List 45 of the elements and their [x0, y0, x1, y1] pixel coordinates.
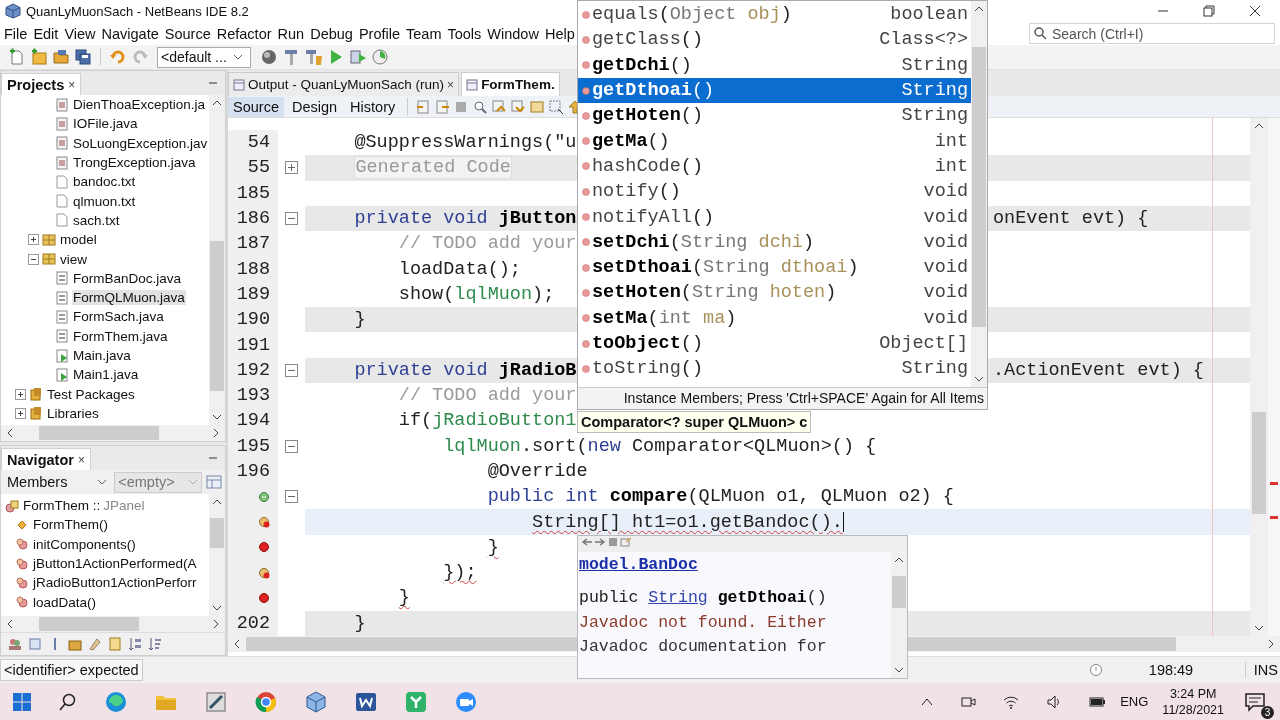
- window-title: QuanLyMuonSach - NetBeans IDE 8.2: [26, 3, 249, 19]
- line-number: 194: [236, 410, 270, 432]
- code-line: });: [443, 562, 477, 584]
- code-line: .ActionEvent evt) {: [993, 359, 1204, 381]
- code-line: @Override: [487, 461, 588, 482]
- code-line: @SuppressWarnings("u: [354, 132, 577, 154]
- type-name: JPanel: [103, 498, 145, 514]
- code-line: // TODO add your: [398, 385, 577, 407]
- line-number: 196: [236, 461, 270, 482]
- code-line: }: [487, 536, 499, 558]
- code-line: show(lqlMuon);: [398, 283, 555, 305]
- line-number: 202: [236, 612, 270, 634]
- doc-text: Javadoc documentation for: [579, 637, 828, 656]
- notification-badge: 3: [1261, 705, 1274, 719]
- code-line: }: [398, 587, 410, 609]
- code-line: if(jRadioButton1: [398, 410, 577, 432]
- insert-mode: INS: [1244, 662, 1280, 678]
- code-line: private void jButton: [354, 208, 577, 230]
- doc-text: Javadoc not found. Either: [579, 613, 828, 632]
- parameter-tooltip: Comparator<? super QLMuon> c: [577, 411, 812, 433]
- line-number: 54: [247, 132, 270, 154]
- code-line: }: [354, 309, 366, 331]
- code-line: String[] ht1=o1.getBandoc().: [532, 511, 843, 533]
- line-number: 187: [236, 233, 270, 255]
- line-number: 192: [236, 359, 270, 381]
- code-line: lqlMuon.sort(new Comparator<QLMuon>() {: [443, 435, 877, 457]
- line-number: 193: [236, 385, 270, 407]
- line-number: 185: [236, 182, 270, 204]
- line-number: 189: [236, 283, 270, 305]
- method-signature: public String getDthoai(): [579, 588, 828, 607]
- line-number: 195: [236, 435, 270, 457]
- line-number: 186: [236, 208, 270, 230]
- cursor-position: 198:49: [1148, 662, 1195, 678]
- code-line: }: [354, 612, 366, 634]
- line-number: 190: [236, 309, 270, 331]
- line-number: 188: [236, 258, 270, 280]
- code-line: public int compare(QLMuon o1, QLMuon o2) {: [487, 486, 954, 508]
- code-line: loadData();: [398, 258, 521, 280]
- status-message: <identifier> expected: [0, 659, 143, 681]
- code-line: private void jRadioB: [354, 359, 577, 381]
- line-number: 55: [247, 157, 270, 179]
- completion-hint: Instance Members; Press 'Ctrl+SPACE' Again for All Items: [578, 387, 987, 409]
- line-number: 191: [236, 334, 270, 356]
- code-line: // TODO add your: [398, 233, 577, 255]
- code-line: onEvent evt) {: [993, 208, 1149, 230]
